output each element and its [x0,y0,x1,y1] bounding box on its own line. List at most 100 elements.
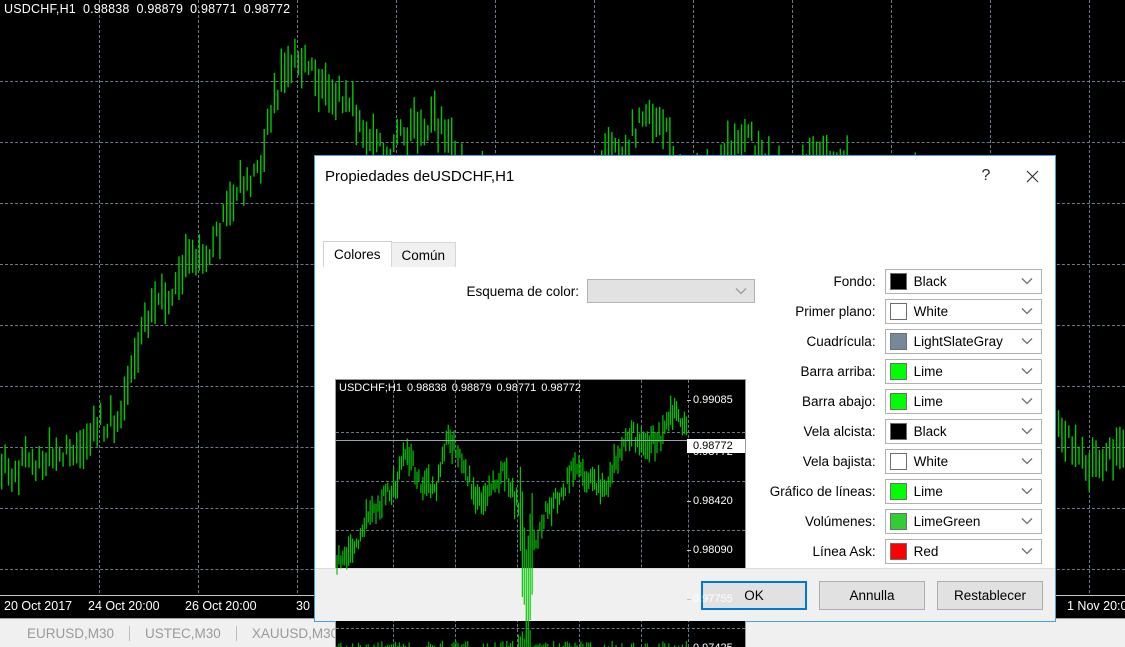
color-value-barra-abajo: Lime [913,393,943,409]
chevron-down-icon [1021,427,1033,435]
color-options-list: Fondo: Black Primer plano: White Cuadrícula:… [767,266,1042,596]
preview-cursor-price-label: 0.98772 [687,439,745,453]
color-option-label-linea-ask: Línea Ask: [812,543,876,559]
color-option-row: Barra abajo: Lime [767,386,1042,416]
color-select-grafico-de-lineas[interactable]: Lime [884,478,1042,504]
chevron-down-icon [1021,307,1033,315]
chart-properties-dialog: Propiedades deUSDCHF,H1 ? Colores Común E… [314,155,1056,647]
color-swatch-vela-alcista [889,422,907,440]
preview-quote-value-4: 0.98772 [541,382,582,394]
chart-tab-eurusd[interactable]: EURUSD,M30 [14,623,127,644]
preview-quote-value-1: 0.98838 [406,382,447,394]
tab-separator [129,625,131,641]
main-symbol-label: USDCHF,H1 [4,2,76,16]
color-select-barra-abajo[interactable]: Lime [884,388,1042,414]
color-value-vela-bajista: White [913,453,949,469]
color-select-volumenes[interactable]: LimeGreen [884,508,1042,534]
dialog-title: Propiedades deUSDCHF,H1 [325,167,515,185]
main-time-label: 26 Oct 20:00 [185,599,257,613]
color-option-row: Barra arriba: Lime [767,356,1042,386]
preview-price-axis: 0.99085 0.98772 0.98420 0.98090 0.97755 0.974… [687,380,745,647]
price-axis-tick [687,400,691,401]
color-select-fondo[interactable]: Black [884,268,1042,294]
chart-preview: USDCHF;H1 0.98838 0.98879 0.98771 0.98772 0.… [335,379,746,647]
chevron-down-icon [1021,487,1033,495]
chevron-down-icon [1021,337,1033,345]
main-chart-quote-line: USDCHF,H1 0.98838 0.98879 0.98771 0.98772 [4,2,297,16]
chevron-down-icon [1021,397,1033,405]
color-value-vela-alcista: Black [913,423,947,439]
color-scheme-row: Esquema de color: [315,279,755,303]
color-value-primer-plano: White [913,303,949,319]
chevron-down-icon [735,287,747,295]
color-swatch-grafico-de-lineas [889,482,907,500]
chart-tab-ustec[interactable]: USTEC,M30 [132,623,234,644]
color-swatch-fondo [889,272,907,290]
price-axis-tick [687,599,691,600]
color-option-row: Fondo: Black [767,266,1042,296]
color-select-vela-alcista[interactable]: Black [884,418,1042,444]
color-swatch-cuadricula [889,332,907,350]
preview-bars [336,395,687,647]
preview-price-label: 0.98090 [693,544,733,556]
question-mark-icon[interactable]: ? [963,156,1009,196]
color-option-row: Vela bajista: White [767,446,1042,476]
preview-symbol-label: USDCHF;H1 [339,382,402,394]
color-option-label-vela-bajista: Vela bajista: [802,453,876,469]
color-option-row: Volúmenes: LimeGreen [767,506,1042,536]
color-option-row: Cuadrícula: LightSlateGray [767,326,1042,356]
main-time-label: 24 Oct 20:00 [88,599,160,613]
color-option-label-grafico-de-lineas: Gráfico de líneas: [769,483,876,499]
color-option-row: Línea Ask: Red [767,536,1042,566]
dialog-title-bar[interactable]: Propiedades deUSDCHF,H1 ? [315,156,1055,196]
color-select-vela-bajista[interactable]: White [884,448,1042,474]
color-select-primer-plano[interactable]: White [884,298,1042,324]
color-value-barra-arriba: Lime [913,363,943,379]
preview-price-label: 0.97755 [693,593,733,605]
preview-quote-value-3: 0.98771 [496,382,537,394]
main-quote-value-4: 0.98772 [243,2,291,16]
color-scheme-label: Esquema de color: [466,283,579,299]
price-axis-tick [687,501,691,502]
color-option-label-volumenes: Volúmenes: [805,513,876,529]
color-swatch-vela-bajista [889,452,907,470]
color-select-barra-arriba[interactable]: Lime [884,358,1042,384]
color-value-volumenes: LimeGreen [913,513,981,529]
tab-separator [235,625,237,641]
preview-cursor-line [336,440,745,441]
preview-quote-value-2: 0.98879 [451,382,492,394]
dialog-tab-colores[interactable]: Colores [323,241,392,267]
color-swatch-linea-ask [889,542,907,560]
color-select-cuadricula[interactable]: LightSlateGray [884,328,1042,354]
preview-quote-line: USDCHF;H1 0.98838 0.98879 0.98771 0.98772 [339,382,586,394]
color-option-label-primer-plano: Primer plano: [795,303,876,319]
color-value-fondo: Black [913,273,947,289]
color-swatch-volumenes [889,512,907,530]
color-option-label-vela-alcista: Vela alcista: [803,423,876,439]
color-swatch-primer-plano [889,302,907,320]
preview-price-label: 0.99085 [693,394,733,406]
main-time-label: 20 Oct 2017 [4,599,73,613]
price-axis-tick [687,550,691,551]
annulla-button[interactable]: Annulla [819,580,925,610]
color-option-label-fondo: Fondo: [833,273,876,289]
restablecer-button[interactable]: Restablecer [937,580,1043,610]
main-quote-value-3: 0.98771 [190,2,237,16]
color-value-cuadricula: LightSlateGray [913,333,1003,349]
color-option-label-cuadricula: Cuadrícula: [806,333,876,349]
close-icon[interactable] [1009,156,1055,196]
chevron-down-icon [1021,517,1033,525]
preview-price-label: 0.98420 [693,495,733,507]
chevron-down-icon [1021,367,1033,375]
dialog-tab-strip[interactable]: Colores Común [323,241,457,267]
chevron-down-icon [1021,277,1033,285]
dialog-tab-comn[interactable]: Común [390,242,457,267]
chevron-down-icon [1021,457,1033,465]
color-scheme-select[interactable] [587,279,755,303]
color-value-linea-ask: Red [913,543,939,559]
color-swatch-barra-abajo [889,392,907,410]
main-quote-value-2: 0.98879 [136,2,184,16]
chevron-down-icon [1021,547,1033,555]
color-value-grafico-de-lineas: Lime [913,483,943,499]
color-select-linea-ask[interactable]: Red [884,538,1042,564]
